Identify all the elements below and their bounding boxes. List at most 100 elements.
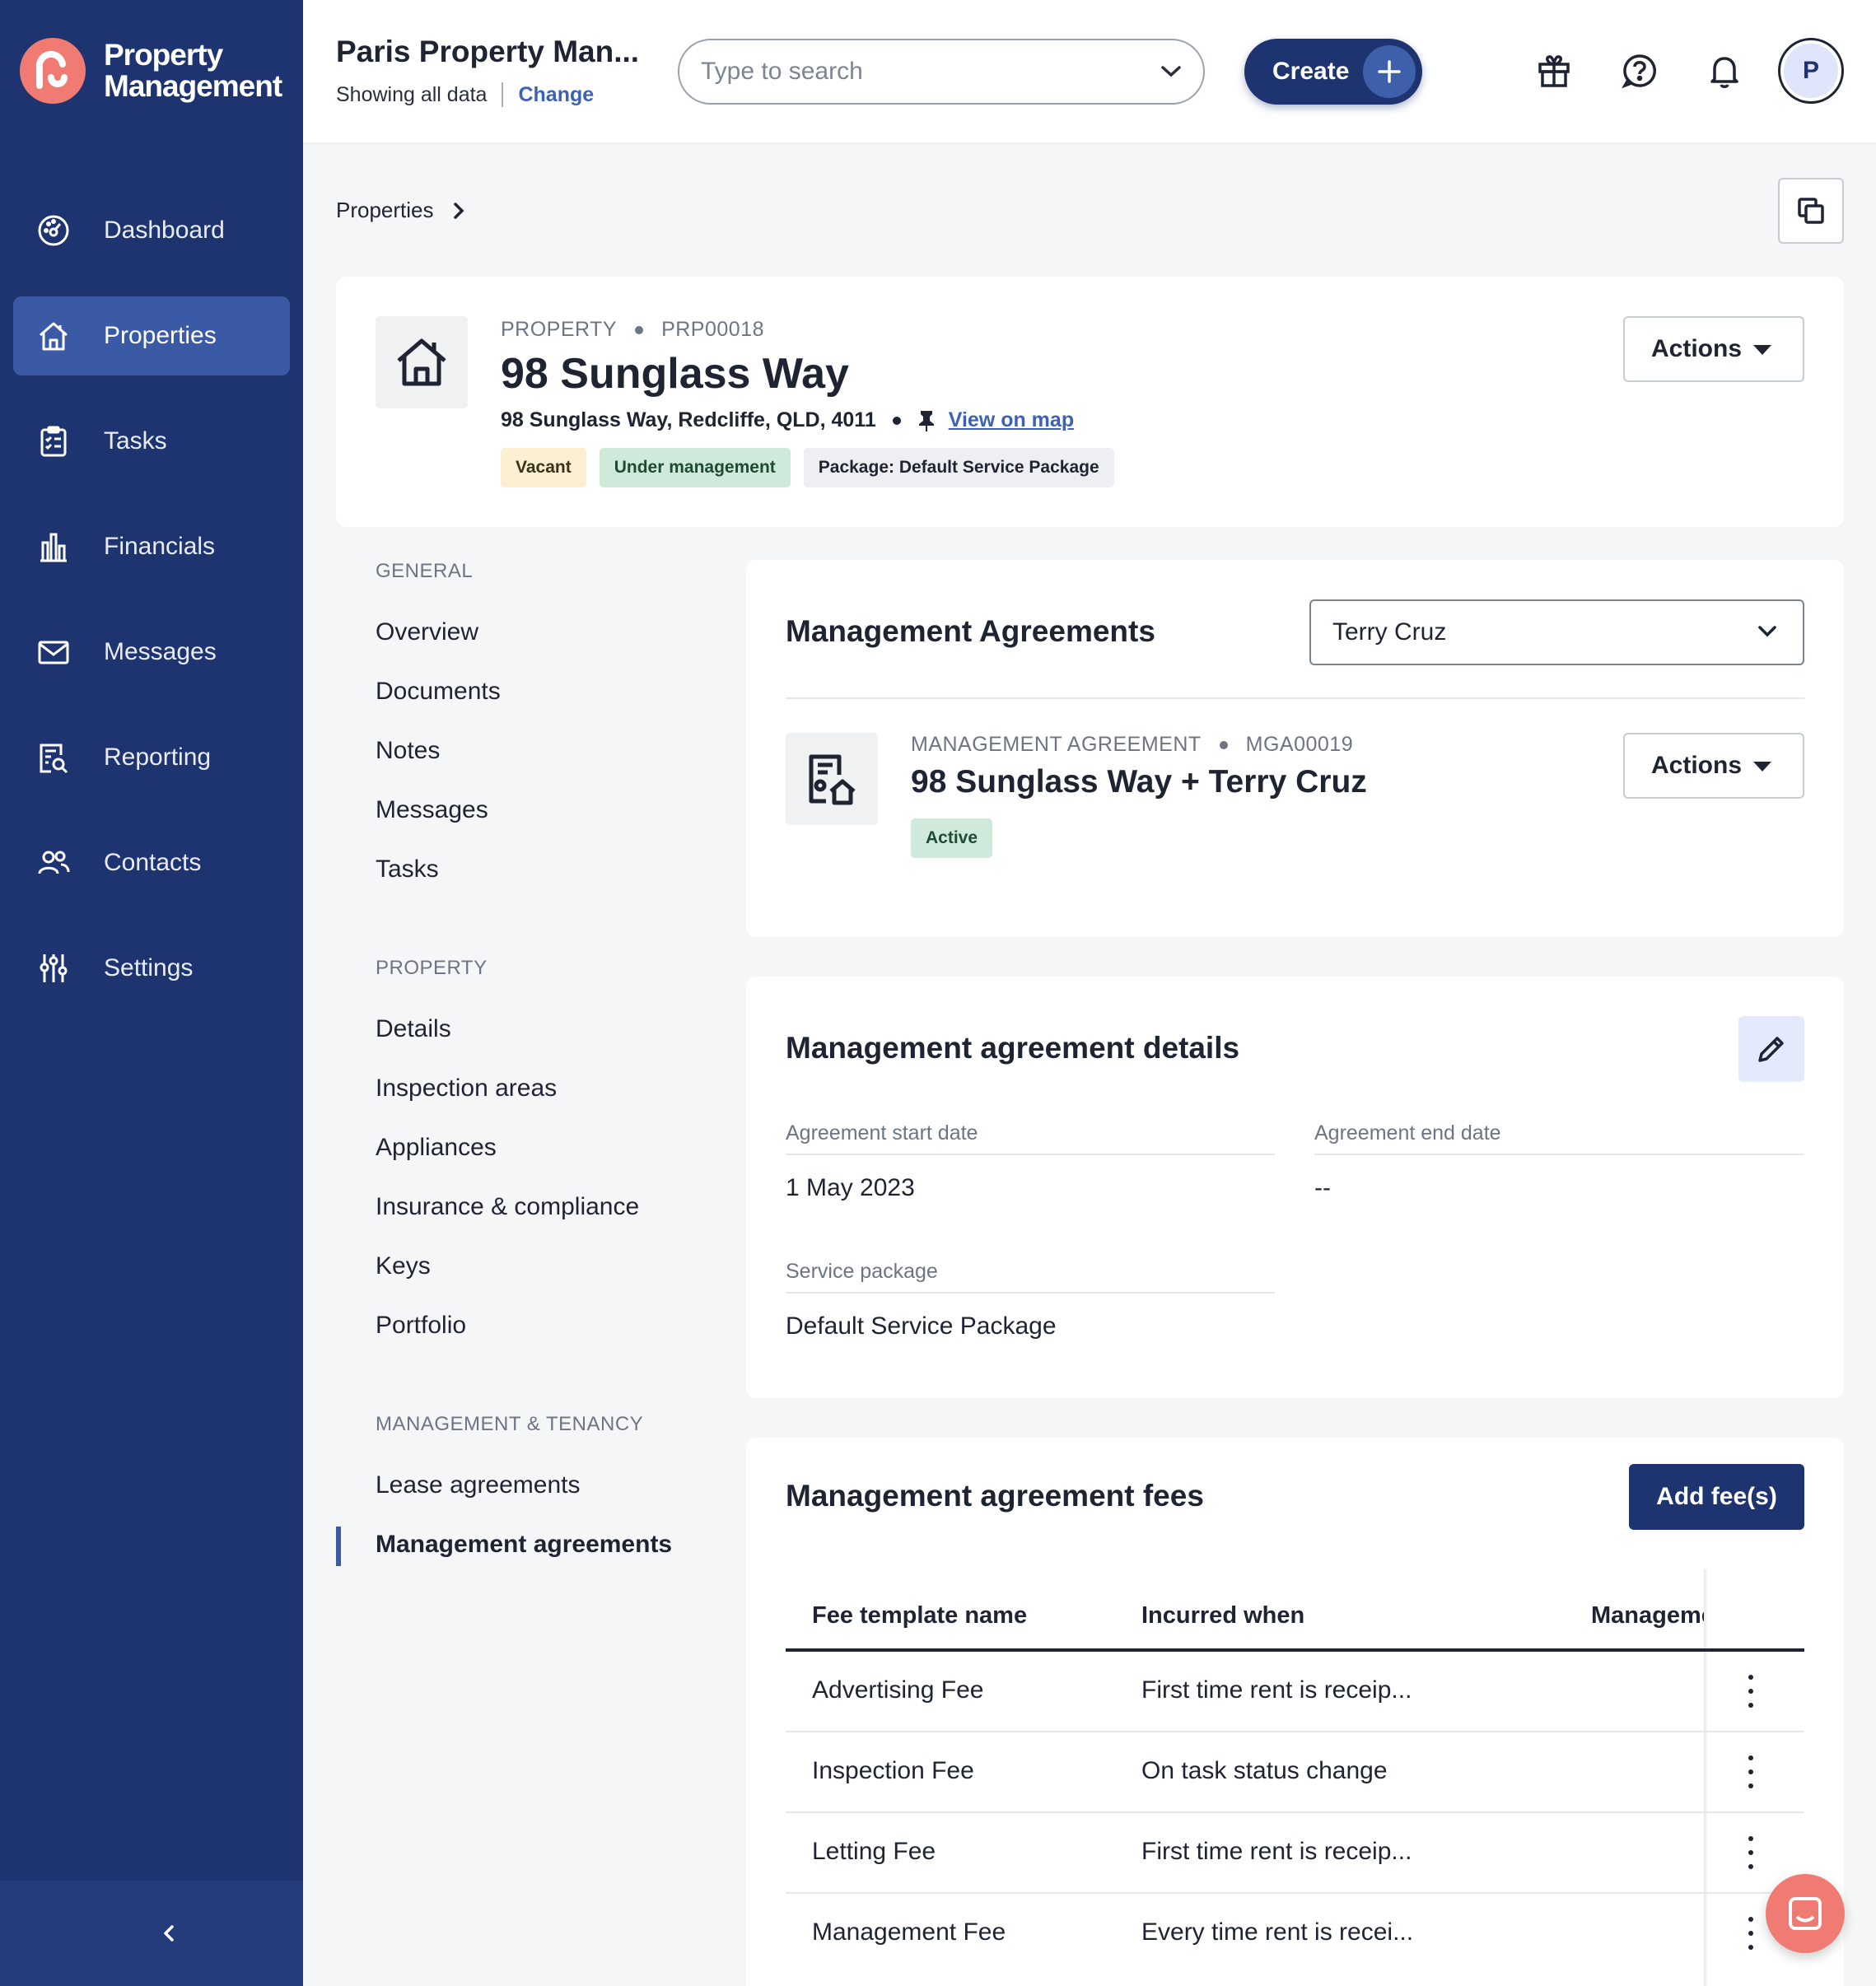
- property-address-row: 98 Sunglass Way, Redcliffe, QLD, 4011 Vi…: [501, 408, 1074, 432]
- clipboard-icon: [35, 422, 72, 460]
- change-scope-link[interactable]: Change: [518, 83, 594, 107]
- breadcrumb: Properties: [336, 198, 465, 223]
- dot-separator: [892, 416, 901, 425]
- property-address: 98 Sunglass Way, Redcliffe, QLD, 4011: [501, 408, 876, 431]
- logo-icon: [20, 38, 86, 104]
- owner-select[interactable]: Terry Cruz: [1309, 599, 1804, 665]
- divider: [1314, 1154, 1804, 1155]
- sidebar-item-label: Financials: [104, 533, 216, 560]
- logo-line-1: Property: [104, 38, 223, 72]
- gift-icon[interactable]: [1533, 49, 1575, 92]
- table-row[interactable]: Management Fee Every time rent is recei.…: [786, 1894, 1804, 1974]
- add-fees-button[interactable]: Add fee(s): [1629, 1464, 1804, 1530]
- subnav-item-messages[interactable]: Messages: [376, 781, 721, 840]
- bell-icon[interactable]: [1703, 49, 1746, 92]
- more-options-icon[interactable]: [1741, 1675, 1761, 1708]
- fee-name: Letting Fee: [812, 1838, 936, 1865]
- chat-launcher-button[interactable]: [1766, 1874, 1845, 1953]
- page-title: 98 Sunglass Way: [501, 350, 849, 398]
- view-on-map-link[interactable]: View on map: [949, 408, 1074, 432]
- status-badge: Package: Default Service Package: [803, 448, 1114, 487]
- column-header[interactable]: Manageme: [1591, 1602, 1704, 1629]
- caret-down-icon: [1753, 762, 1771, 772]
- subnav-heading-tenancy: MANAGEMENT & TENANCY: [376, 1413, 644, 1435]
- dashboard-icon: [35, 212, 72, 249]
- property-id: PRP00018: [661, 318, 765, 341]
- table-row[interactable]: Inspection Fee On task status change: [786, 1732, 1804, 1813]
- agreement-document-icon: [786, 733, 878, 825]
- chat-icon: [1789, 1897, 1822, 1930]
- subnav-item-lease-agreements[interactable]: Lease agreements: [376, 1456, 721, 1515]
- caret-down-icon: [1753, 345, 1771, 355]
- table-row[interactable]: Advertising Fee First time rent is recei…: [786, 1652, 1804, 1732]
- subnav-item-documents[interactable]: Documents: [376, 662, 721, 721]
- sidebar-item-label: Properties: [104, 322, 217, 349]
- table-row[interactable]: Letting Fee First time rent is receip...: [786, 1813, 1804, 1894]
- search-input[interactable]: Type to search: [678, 39, 1205, 105]
- copy-button[interactable]: [1778, 178, 1844, 244]
- chevron-down-icon: [1161, 66, 1181, 77]
- sidebar-item-label: Settings: [104, 954, 194, 981]
- status-badge: Active: [911, 818, 993, 858]
- sidebar-item-contacts[interactable]: Contacts: [13, 823, 290, 902]
- column-header[interactable]: Fee template name: [812, 1602, 1027, 1629]
- sidebar-item-financials[interactable]: Financials: [13, 507, 290, 586]
- status-badge: Vacant: [501, 448, 586, 487]
- subnav-item-overview[interactable]: Overview: [376, 603, 721, 662]
- contacts-icon: [35, 844, 72, 882]
- start-date-value: 1 May 2023: [786, 1174, 915, 1201]
- sidebar-item-messages[interactable]: Messages: [13, 613, 290, 692]
- subnav-item-appliances[interactable]: Appliances: [376, 1118, 721, 1177]
- sidebar-item-dashboard[interactable]: Dashboard: [13, 191, 290, 270]
- mail-icon: [35, 633, 72, 671]
- property-subnav: GENERAL Overview Documents Notes Message…: [336, 560, 721, 1574]
- avatar[interactable]: P: [1778, 38, 1844, 104]
- sidebar: Property Management Dashboard Properties…: [0, 0, 303, 1986]
- sidebar-item-label: Contacts: [104, 849, 202, 876]
- end-date-label: Agreement end date: [1314, 1121, 1501, 1145]
- sidebar-item-label: Reporting: [104, 744, 212, 771]
- section-title: Management Agreements: [786, 614, 1155, 648]
- data-scope: Showing all data Change: [336, 82, 594, 107]
- sidebar-item-properties[interactable]: Properties: [13, 296, 290, 375]
- sidebar-item-tasks[interactable]: Tasks: [13, 402, 290, 481]
- service-package-label: Service package: [786, 1260, 938, 1283]
- end-date-value: --: [1314, 1174, 1331, 1201]
- house-icon: [376, 316, 468, 408]
- subnav-item-inspection-areas[interactable]: Inspection areas: [376, 1059, 721, 1118]
- divider: [786, 1292, 1275, 1294]
- column-header[interactable]: Incurred when: [1141, 1602, 1304, 1629]
- subnav-item-details[interactable]: Details: [376, 1000, 721, 1059]
- edit-button[interactable]: [1738, 1016, 1804, 1082]
- fee-incurred-when: On task status change: [1141, 1757, 1388, 1784]
- create-button[interactable]: Create: [1244, 39, 1422, 105]
- subnav-item-keys[interactable]: Keys: [376, 1237, 721, 1296]
- pin-icon: [918, 410, 934, 431]
- subnav-item-management-agreements[interactable]: Management agreements: [336, 1515, 721, 1574]
- table-header: Fee template name Incurred when Manageme: [786, 1569, 1804, 1652]
- subnav-heading-property: PROPERTY: [376, 957, 488, 979]
- breadcrumb-properties[interactable]: Properties: [336, 198, 434, 223]
- create-label: Create: [1272, 58, 1350, 85]
- property-actions-button[interactable]: Actions: [1623, 316, 1804, 382]
- main-nav: Dashboard Properties Tasks Financials Me…: [13, 191, 290, 1034]
- actions-label: Actions: [1651, 335, 1743, 362]
- property-overline: PROPERTY PRP00018: [501, 318, 764, 342]
- logo-text: Property Management: [104, 40, 282, 102]
- subnav-item-tasks[interactable]: Tasks: [376, 840, 721, 899]
- subnav-item-notes[interactable]: Notes: [376, 721, 721, 781]
- agreement-actions-button[interactable]: Actions: [1623, 733, 1804, 799]
- fees-table: Fee template name Incurred when Manageme…: [786, 1569, 1804, 1986]
- collapse-sidebar-button[interactable]: [0, 1881, 303, 1986]
- actions-label: Actions: [1651, 752, 1743, 779]
- more-options-icon[interactable]: [1741, 1917, 1761, 1950]
- subnav-item-portfolio[interactable]: Portfolio: [376, 1296, 721, 1355]
- sidebar-item-settings[interactable]: Settings: [13, 929, 290, 1008]
- more-options-icon[interactable]: [1741, 1755, 1761, 1788]
- sidebar-item-reporting[interactable]: Reporting: [13, 718, 290, 797]
- more-options-icon[interactable]: [1741, 1836, 1761, 1869]
- subnav-item-insurance[interactable]: Insurance & compliance: [376, 1177, 721, 1237]
- help-icon[interactable]: [1618, 49, 1661, 92]
- divider: [786, 697, 1804, 699]
- app-logo[interactable]: Property Management: [20, 38, 282, 104]
